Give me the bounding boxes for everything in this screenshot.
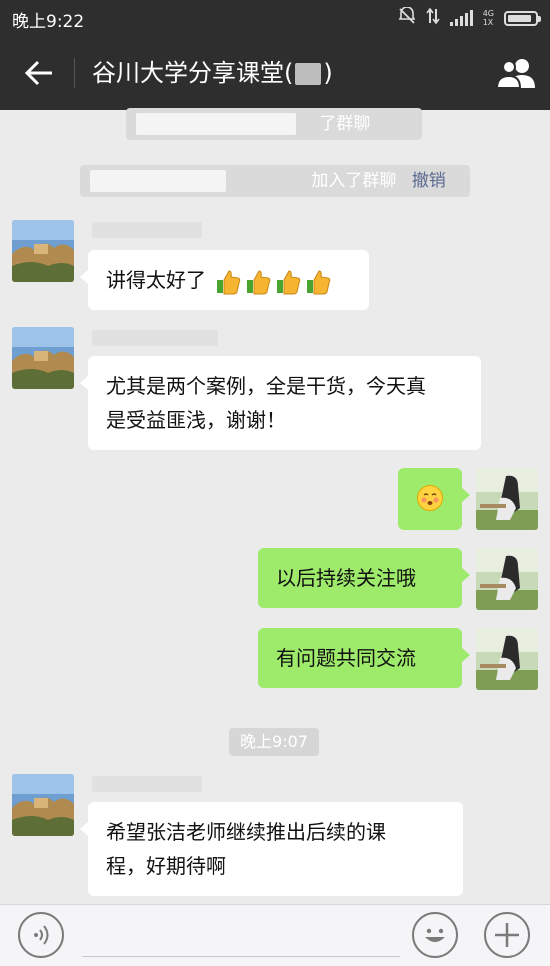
notice-text: 加入了群聊 (311, 171, 397, 191)
notice-text: 了群聊 (319, 114, 371, 134)
data-transfer-icon (426, 7, 440, 30)
chat-title: 谷川大学分享课堂() (92, 59, 333, 87)
group-members-icon[interactable] (495, 56, 536, 90)
plus-icon (495, 923, 519, 947)
message-input[interactable] (82, 916, 400, 957)
message-bubble[interactable]: 以后持续关注哦 (258, 548, 470, 608)
network-type: 4G 1X (482, 9, 494, 27)
redacted-name (90, 170, 226, 192)
message-text: 讲得太好了 (106, 268, 206, 292)
chat-header: 谷川大学分享课堂() (0, 36, 550, 110)
sender-name (92, 776, 202, 792)
more-button[interactable] (484, 912, 530, 958)
voice-icon (34, 925, 49, 945)
message-text-line: 尤其是两个案例，全是干货，今天真 (106, 374, 426, 398)
thumbs-up-emoji (212, 268, 332, 294)
chat-timestamp: 晚上9:07 (229, 728, 319, 756)
message-bubble[interactable] (398, 468, 470, 530)
my-avatar[interactable] (476, 548, 538, 610)
message-text-line: 程，好期待啊 (106, 854, 226, 878)
mute-icon (398, 5, 416, 30)
voice-toggle-button[interactable] (18, 912, 64, 958)
sender-name (92, 222, 202, 238)
input-bar (0, 904, 550, 966)
battery-icon (504, 10, 541, 26)
header-divider (74, 58, 75, 88)
message-text-line: 希望张洁老师继续推出后续的课 (106, 820, 386, 844)
avatar[interactable] (12, 220, 74, 282)
redacted-name (136, 113, 296, 135)
system-notice: 加入了群聊 撤销 (80, 165, 470, 197)
undo-link[interactable]: 撤销 (412, 171, 446, 191)
signal-icon (449, 10, 473, 26)
avatar[interactable] (12, 327, 74, 389)
message-bubble[interactable]: 有问题共同交流 (258, 628, 470, 688)
back-arrow-icon[interactable] (22, 56, 58, 90)
smiley-icon (425, 928, 445, 942)
avatar[interactable] (12, 774, 74, 836)
message-bubble[interactable]: 尤其是两个案例，全是干货，今天真 是受益匪浅，谢谢！ (80, 356, 481, 450)
title-redaction (295, 63, 322, 85)
status-time: 晚上9:22 (12, 12, 85, 32)
emoji-button[interactable] (412, 912, 458, 958)
message-bubble[interactable]: 希望张洁老师继续推出后续的课 程，好期待啊 (80, 802, 463, 896)
message-text-line: 是受益匪浅，谢谢！ (106, 408, 286, 432)
message-text: 有问题共同交流 (276, 646, 416, 670)
my-avatar[interactable] (476, 628, 538, 690)
sender-name (92, 330, 218, 346)
blush-emoji (416, 484, 444, 522)
message-bubble[interactable]: 讲得太好了 (80, 250, 369, 310)
system-notice: 了群聊 (126, 108, 422, 140)
status-bar: 晚上9:22 4G 1X (0, 0, 550, 36)
my-avatar[interactable] (476, 468, 538, 530)
message-text: 以后持续关注哦 (276, 566, 416, 590)
